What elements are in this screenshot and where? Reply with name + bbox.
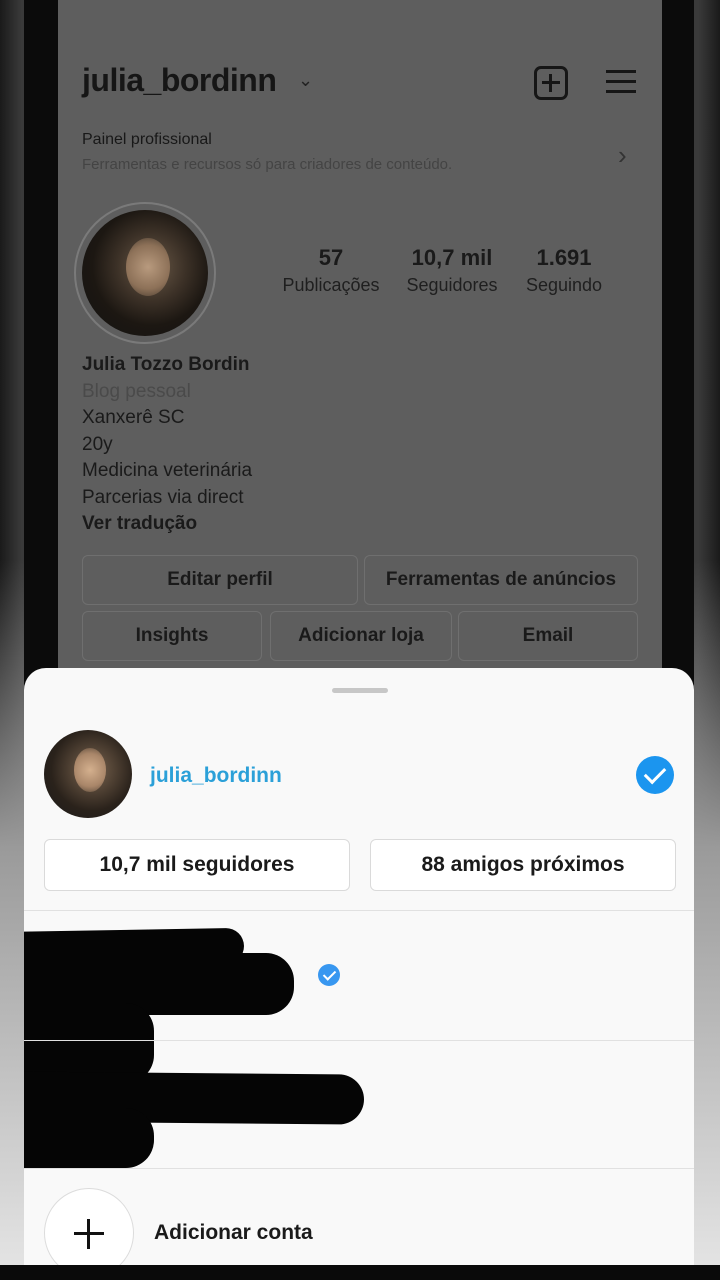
account-avatar[interactable]: [44, 730, 132, 818]
ad-tools-button[interactable]: Ferramentas de anúncios: [364, 555, 638, 605]
stat-followers-label: Seguidores: [406, 275, 498, 295]
bio-line: Parcerias via direct: [82, 486, 244, 508]
add-shop-button[interactable]: Adicionar loja: [270, 611, 452, 661]
followers-button[interactable]: 10,7 mil seguidores: [44, 839, 350, 891]
bio-line: Medicina veterinária: [82, 460, 253, 481]
add-account-icon[interactable]: [44, 1188, 134, 1265]
profile-username[interactable]: julia_bordinn: [82, 62, 277, 99]
close-friends-button[interactable]: 88 amigos próximos: [370, 839, 676, 891]
insights-button[interactable]: Insights: [82, 611, 262, 661]
email-button[interactable]: Email: [458, 611, 638, 661]
new-post-icon[interactable]: [534, 66, 568, 100]
bio-category: Blog pessoal: [82, 380, 191, 402]
stat-following[interactable]: 1.691 Seguindo: [514, 245, 614, 296]
divider: [24, 1168, 694, 1169]
profile-avatar[interactable]: [82, 210, 208, 336]
profile-screen: julia_bordinn ⌄ Painel profissional Ferr…: [58, 0, 662, 700]
bio-line: Xanxerê SC: [82, 407, 185, 428]
divider: [24, 910, 694, 911]
menu-icon[interactable]: [606, 70, 636, 94]
bio-name: Julia Tozzo Bordin: [82, 354, 250, 375]
stat-posts[interactable]: 57 Publicações: [272, 245, 390, 296]
chevron-down-icon[interactable]: ⌄: [298, 70, 313, 91]
divider: [24, 1040, 694, 1041]
professional-panel-title[interactable]: Painel profissional: [82, 131, 212, 149]
add-account-label[interactable]: Adicionar conta: [154, 1221, 313, 1245]
professional-panel-subtitle: Ferramentas e recursos só para criadores…: [82, 156, 453, 173]
bio: Julia Tozzo Bordin Blog pessoal Xanxerê …: [82, 352, 252, 538]
account-switcher-sheet: julia_bordinn 10,7 mil seguidores 88 ami…: [24, 668, 694, 1265]
verified-badge-icon: [318, 964, 340, 986]
sheet-handle[interactable]: [332, 688, 388, 693]
bio-line: 20y: [82, 433, 113, 455]
stat-followers[interactable]: 10,7 mil Seguidores: [392, 245, 512, 296]
edit-profile-button[interactable]: Editar perfil: [82, 555, 358, 605]
selected-check-icon: [636, 756, 674, 794]
bottom-bar: [0, 1265, 720, 1280]
stat-following-value: 1.691: [536, 245, 592, 270]
stat-posts-label: Publicações: [282, 275, 380, 295]
stat-following-label: Seguindo: [525, 275, 603, 295]
stat-followers-value: 10,7 mil: [411, 245, 493, 270]
redacted-scribble: [24, 1108, 154, 1168]
stat-posts-value: 57: [318, 245, 344, 270]
chevron-right-icon[interactable]: ›: [618, 140, 627, 171]
account-username[interactable]: julia_bordinn: [150, 764, 282, 788]
see-translation-link[interactable]: Ver tradução: [82, 511, 252, 538]
